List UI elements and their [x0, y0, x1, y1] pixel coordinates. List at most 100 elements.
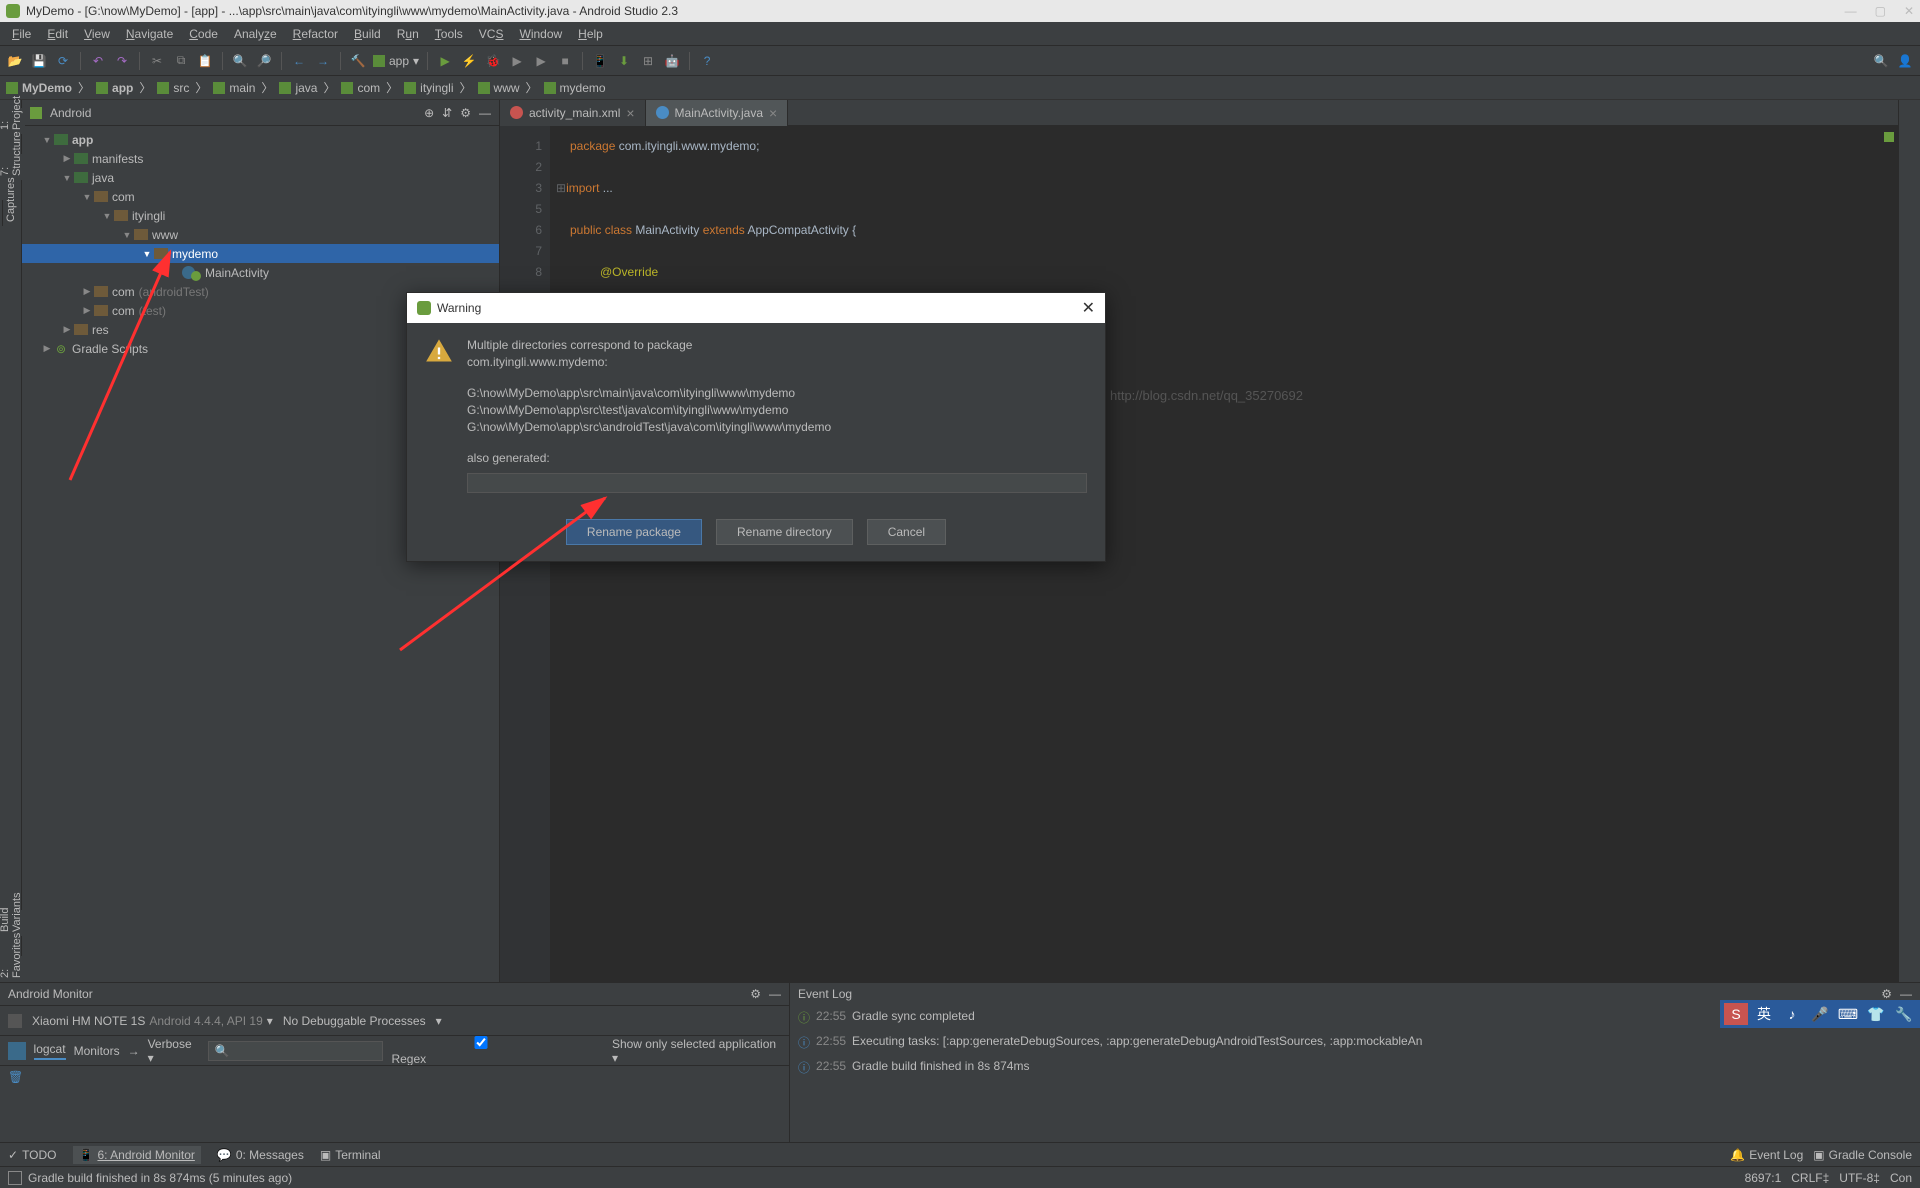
target-icon[interactable]: ⊕ [424, 106, 434, 120]
run-config-selector[interactable]: app ▾ [373, 54, 419, 68]
attach-icon[interactable]: ▶ [532, 52, 550, 70]
tree-com[interactable]: com [112, 190, 135, 204]
help-icon[interactable]: ? [698, 52, 716, 70]
replace-icon[interactable]: 🔎 [255, 52, 273, 70]
event-log-button[interactable]: 🔔 Event Log [1730, 1148, 1803, 1162]
tree-com-androidtest[interactable]: com [112, 285, 135, 299]
context[interactable]: Con [1890, 1171, 1912, 1185]
terminal-button[interactable]: ▣ Terminal [320, 1148, 381, 1162]
account-icon[interactable]: 👤 [1896, 52, 1914, 70]
crumb-java[interactable]: java [279, 81, 317, 95]
run-icon[interactable]: ▶ [436, 52, 454, 70]
apply-changes-icon[interactable]: ⚡ [460, 52, 478, 70]
menu-help[interactable]: Help [570, 27, 611, 41]
close-button[interactable]: ✕ [1904, 4, 1914, 18]
save-icon[interactable]: 💾 [30, 52, 48, 70]
menu-code[interactable]: Code [181, 27, 226, 41]
clear-log-icon[interactable]: 🗑 [8, 1070, 23, 1084]
redo-icon[interactable]: ↷ [113, 52, 131, 70]
menu-build[interactable]: Build [346, 27, 389, 41]
messages-button[interactable]: 💬 0: Messages [217, 1148, 304, 1162]
crumb-main[interactable]: main [213, 81, 255, 95]
tray-icon[interactable]: 英 [1752, 1003, 1776, 1025]
menu-window[interactable]: Window [511, 27, 570, 41]
collapse-icon[interactable]: ⇵ [442, 106, 452, 120]
search-everywhere-icon[interactable]: 🔍 [1872, 52, 1890, 70]
close-tab-icon[interactable]: × [626, 105, 634, 121]
layout-inspector-icon[interactable]: ⊞ [639, 52, 657, 70]
monitors-tab[interactable]: Monitors [74, 1044, 120, 1058]
menu-analyze[interactable]: Analyze [226, 27, 285, 41]
crumb-mydemo[interactable]: MyDemo [6, 81, 72, 95]
tree-ityingli[interactable]: ityingli [132, 209, 165, 223]
menu-view[interactable]: View [76, 27, 118, 41]
minimize-button[interactable]: — [1845, 4, 1857, 18]
tree-java[interactable]: java [92, 171, 114, 185]
inspection-indicator[interactable] [1884, 132, 1894, 142]
cut-icon[interactable]: ✂ [148, 52, 166, 70]
open-icon[interactable]: 📂 [6, 52, 24, 70]
hide-icon[interactable]: — [1900, 987, 1912, 1001]
logcat-icon[interactable] [8, 1042, 26, 1060]
status-icon[interactable] [8, 1171, 22, 1185]
sdk-icon[interactable]: ⬇ [615, 52, 633, 70]
filter-selector[interactable]: Show only selected application ▾ [612, 1037, 781, 1065]
tab-project[interactable]: 1: Project [0, 108, 25, 134]
crumb-src[interactable]: src [157, 81, 189, 95]
todo-button[interactable]: ✓ TODO [8, 1148, 57, 1162]
crumb-com[interactable]: com [341, 81, 380, 95]
hide-icon[interactable]: — [479, 106, 491, 120]
android-monitor-button[interactable]: 📱 6: Android Monitor [73, 1146, 201, 1164]
gear-icon[interactable]: ⚙ [750, 987, 761, 1001]
tab-activity-main-xml[interactable]: activity_main.xml× [500, 100, 646, 126]
menu-run[interactable]: Run [389, 27, 427, 41]
tab-favorites[interactable]: 2: Favorites [0, 956, 25, 982]
avd-icon[interactable]: 📱 [591, 52, 609, 70]
tray-icon[interactable]: 🔧 [1892, 1003, 1916, 1025]
profile-icon[interactable]: ▶ [508, 52, 526, 70]
debug-icon[interactable]: 🐞 [484, 52, 502, 70]
sync-icon[interactable]: ⟳ [54, 52, 72, 70]
rename-directory-button[interactable]: Rename directory [716, 519, 853, 545]
menu-tools[interactable]: Tools [427, 27, 471, 41]
make-icon[interactable]: 🔨 [349, 52, 367, 70]
tree-gradle[interactable]: Gradle Scripts [72, 342, 148, 356]
maximize-button[interactable]: ▢ [1875, 4, 1886, 18]
cancel-button[interactable]: Cancel [867, 519, 946, 545]
dialog-titlebar[interactable]: Warning ✕ [407, 293, 1105, 323]
close-tab-icon[interactable]: × [769, 105, 777, 121]
menu-navigate[interactable]: Navigate [118, 27, 181, 41]
gear-icon[interactable]: ⚙ [1881, 987, 1892, 1001]
tray-icon[interactable]: ♪ [1780, 1003, 1804, 1025]
dialog-close-button[interactable]: ✕ [1082, 298, 1095, 318]
tray-icon[interactable]: ⌨ [1836, 1003, 1860, 1025]
back-icon[interactable]: ← [290, 52, 308, 70]
rename-package-button[interactable]: Rename package [566, 519, 702, 545]
stop-icon[interactable]: ■ [556, 52, 574, 70]
hide-icon[interactable]: — [769, 987, 781, 1001]
log-search-input[interactable] [208, 1041, 384, 1061]
gradle-console-button[interactable]: ▣ Gradle Console [1813, 1148, 1912, 1162]
menu-vcs[interactable]: VCS [471, 27, 512, 41]
find-icon[interactable]: 🔍 [231, 52, 249, 70]
tree-res[interactable]: res [92, 323, 109, 337]
crumb-mydemo[interactable]: mydemo [544, 81, 606, 95]
crumb-www[interactable]: www [478, 81, 520, 95]
log-level-selector[interactable]: Verbose ▾ [148, 1037, 200, 1065]
copy-icon[interactable]: ⧉ [172, 52, 190, 70]
ime-icon[interactable]: S [1724, 1003, 1748, 1025]
encoding[interactable]: UTF-8‡ [1839, 1171, 1880, 1185]
forward-icon[interactable]: → [314, 52, 332, 70]
tree-app[interactable]: app [72, 133, 93, 147]
tree-com-test[interactable]: com [112, 304, 135, 318]
line-sep[interactable]: CRLF‡ [1791, 1171, 1829, 1185]
android-icon[interactable]: 🤖 [663, 52, 681, 70]
tree-manifests[interactable]: manifests [92, 152, 143, 166]
tab-captures[interactable]: Captures [2, 200, 19, 226]
tray-icon[interactable]: 👕 [1864, 1003, 1888, 1025]
settings-icon[interactable]: ⚙ [460, 106, 471, 120]
dialog-generated-input[interactable] [467, 473, 1087, 493]
logcat-tab[interactable]: logcat [34, 1042, 66, 1060]
regex-checkbox[interactable]: Regex [391, 1036, 604, 1066]
paste-icon[interactable]: 📋 [196, 52, 214, 70]
